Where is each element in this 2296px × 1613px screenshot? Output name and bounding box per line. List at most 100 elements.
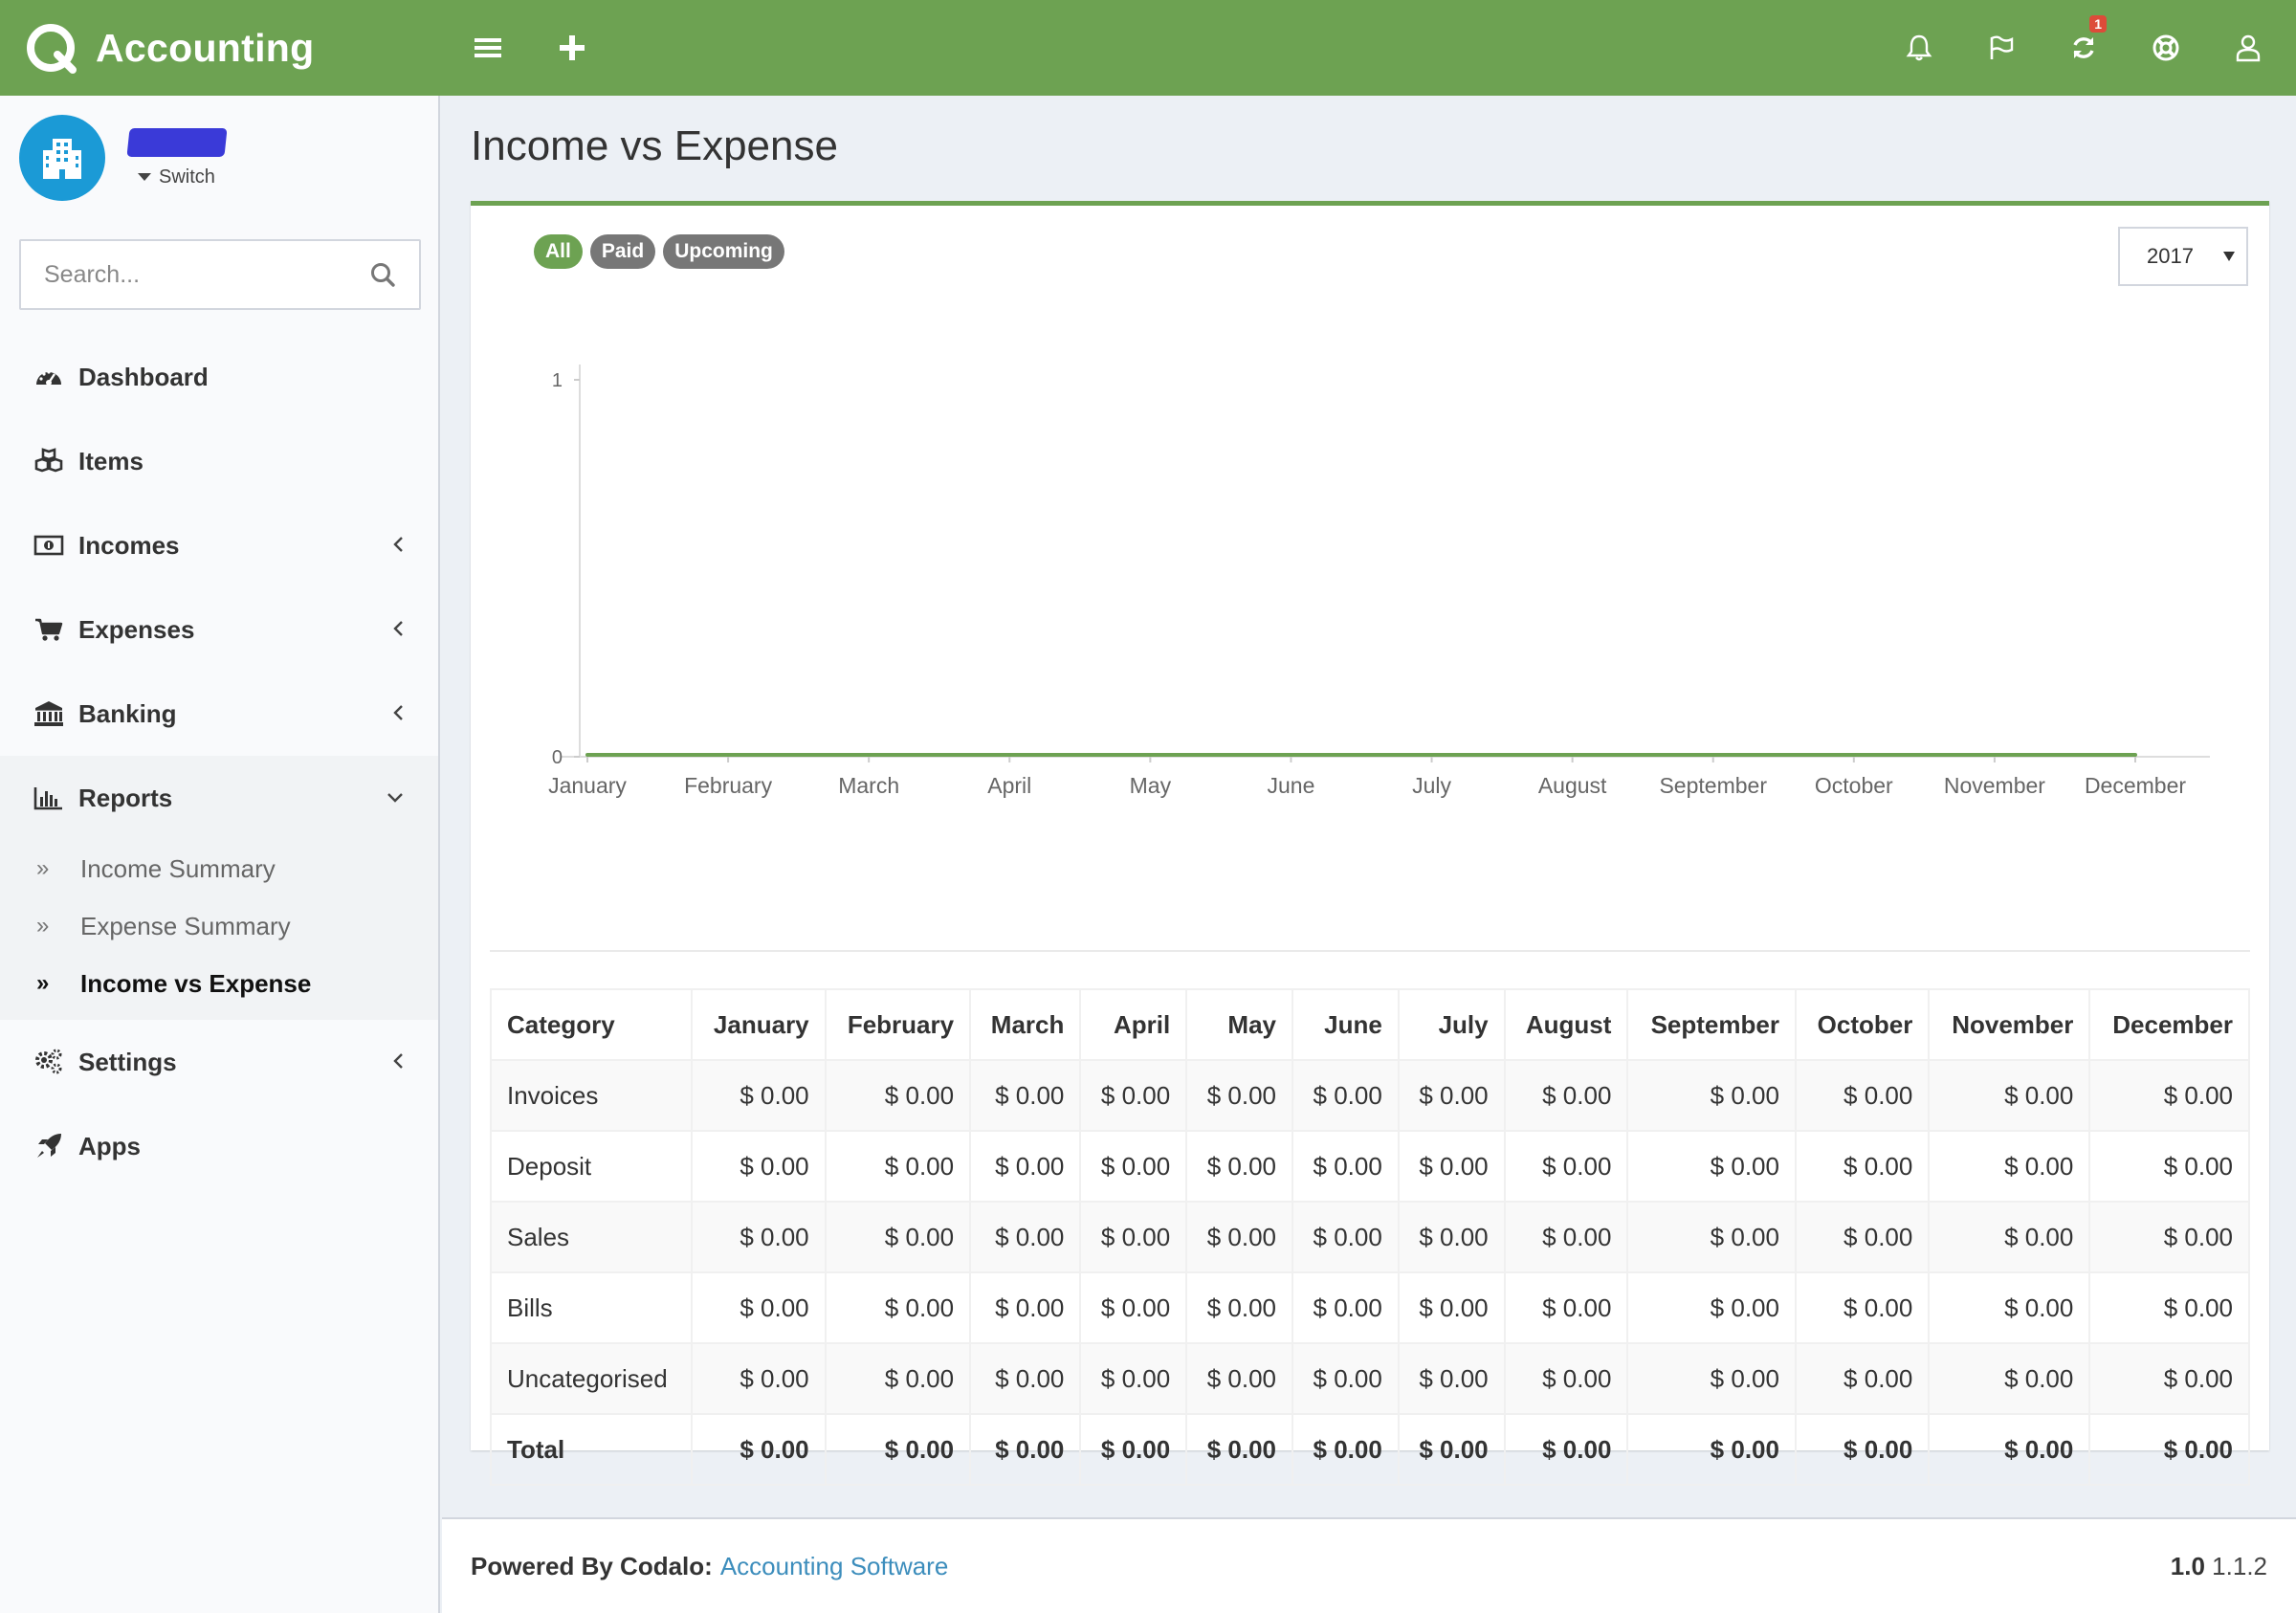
amount-cell: $ 0.00 bbox=[1626, 1271, 1797, 1344]
amount-cell: $ 0.00 bbox=[1503, 1130, 1629, 1203]
amount-cell: $ 0.00 bbox=[691, 1201, 827, 1273]
company-avatar[interactable] bbox=[19, 115, 105, 201]
table-row: Invoices $ 0.00 $ 0.00 $ 0.00 $ 0.00 $ 0.00 $ … bbox=[489, 1059, 2250, 1132]
table-total-row: Total $ 0.00 $ 0.00 $ 0.00 $ 0.00 $ 0.00 $ 0.0… bbox=[489, 1413, 2250, 1486]
amount-cell: $ 0.00 bbox=[1079, 1271, 1188, 1344]
filter-upcoming-button[interactable]: Upcoming bbox=[663, 234, 784, 269]
amount-cell: $ 0.00 bbox=[1079, 1059, 1188, 1132]
total-amount-cell: $ 0.00 bbox=[691, 1413, 827, 1486]
column-header-month: January bbox=[691, 988, 827, 1061]
sidebar-item-dashboard[interactable]: Dashboard bbox=[0, 335, 438, 419]
sidebar-item-reports[interactable]: Reports bbox=[0, 756, 438, 840]
sidebar-item-income-vs-expense[interactable]: » Income vs Expense bbox=[0, 955, 438, 1012]
caret-down-icon bbox=[2223, 252, 2235, 261]
year-select-value: 2017 bbox=[2147, 244, 2194, 268]
filter-paid-button[interactable]: Paid bbox=[589, 234, 656, 269]
total-amount-cell: $ 0.00 bbox=[2088, 1413, 2250, 1486]
search-icon[interactable] bbox=[369, 261, 396, 288]
sidebar-item-label: Apps bbox=[78, 1131, 141, 1160]
amount-cell: $ 0.00 bbox=[824, 1342, 972, 1415]
reports-submenu: » Income Summary » Expense Summary » Inc… bbox=[0, 840, 438, 1020]
accounting-software-link[interactable]: Accounting Software bbox=[720, 1552, 948, 1581]
total-amount-cell: $ 0.00 bbox=[969, 1413, 1082, 1486]
total-label-cell: Total bbox=[489, 1413, 694, 1486]
column-header-month: June bbox=[1292, 988, 1400, 1061]
sidebar-item-items[interactable]: Items bbox=[0, 419, 438, 503]
column-header-month: April bbox=[1079, 988, 1188, 1061]
table-header-row: Category January February March April May June… bbox=[489, 988, 2250, 1061]
updates-button[interactable]: 1 bbox=[2055, 15, 2112, 77]
amount-cell: $ 0.00 bbox=[1185, 1271, 1293, 1344]
amount-cell: $ 0.00 bbox=[1185, 1059, 1293, 1132]
cart-icon bbox=[35, 618, 63, 641]
sidebar-item-banking[interactable]: Banking bbox=[0, 672, 438, 756]
amount-cell: $ 0.00 bbox=[969, 1059, 1082, 1132]
sidebar-item-incomes[interactable]: Incomes bbox=[0, 503, 438, 587]
sidebar-item-label: Reports bbox=[78, 783, 173, 812]
column-header-month: August bbox=[1503, 988, 1629, 1061]
user-panel: Switch bbox=[0, 96, 438, 220]
amount-cell: $ 0.00 bbox=[1626, 1201, 1797, 1273]
filter-all-button[interactable]: All bbox=[534, 234, 583, 269]
amount-cell: $ 0.00 bbox=[1185, 1201, 1293, 1273]
flag-icon bbox=[1990, 35, 2014, 59]
bank-icon bbox=[34, 701, 63, 726]
column-header-month: May bbox=[1185, 988, 1293, 1061]
footer: Powered By Codalo: Accounting Software 1… bbox=[442, 1517, 2296, 1613]
amount-cell: $ 0.00 bbox=[691, 1130, 827, 1203]
amount-cell: $ 0.00 bbox=[1626, 1342, 1797, 1415]
x-tick-label: December bbox=[2085, 773, 2186, 798]
data-point bbox=[726, 753, 731, 757]
data-point bbox=[1007, 753, 1012, 757]
switch-company-button[interactable]: Switch bbox=[128, 166, 226, 188]
logo-icon bbox=[27, 24, 77, 74]
amount-cell: $ 0.00 bbox=[1626, 1130, 1797, 1203]
chevron-left-icon bbox=[393, 705, 403, 720]
amount-cell: $ 0.00 bbox=[1079, 1130, 1188, 1203]
y-tick-label: 1 bbox=[552, 370, 563, 391]
dashboard-icon bbox=[36, 370, 61, 386]
total-amount-cell: $ 0.00 bbox=[1794, 1413, 1931, 1486]
brand[interactable]: Accounting bbox=[0, 0, 440, 96]
sidebar-item-label: Dashboard bbox=[78, 362, 209, 391]
sidebar-item-expense-summary[interactable]: » Expense Summary bbox=[0, 897, 438, 955]
x-tick-label: March bbox=[838, 773, 899, 798]
total-amount-cell: $ 0.00 bbox=[1503, 1413, 1629, 1486]
total-amount-cell: $ 0.00 bbox=[1397, 1413, 1506, 1486]
amount-cell: $ 0.00 bbox=[969, 1201, 1082, 1273]
year-select[interactable]: 2017 bbox=[2118, 227, 2248, 286]
powered-by-text: Powered By Codalo: bbox=[471, 1551, 713, 1580]
company-name-redacted bbox=[126, 127, 228, 157]
user-menu-button[interactable] bbox=[2219, 19, 2277, 77]
sidebar-item-label: Incomes bbox=[78, 530, 180, 560]
updates-badge: 1 bbox=[2089, 15, 2107, 33]
total-amount-cell: $ 0.00 bbox=[1626, 1413, 1797, 1486]
income-expense-chart: 0 1 January February March April May June July Au… bbox=[548, 365, 2210, 798]
add-new-button[interactable] bbox=[543, 19, 601, 77]
category-cell: Invoices bbox=[489, 1059, 694, 1132]
status-filter: All Paid Upcoming bbox=[534, 234, 784, 269]
x-tick-label: June bbox=[1268, 773, 1315, 798]
x-tick-label: September bbox=[1659, 773, 1767, 798]
cubes-icon bbox=[34, 448, 63, 473]
hamburger-icon bbox=[475, 38, 501, 57]
help-button[interactable] bbox=[2137, 19, 2195, 77]
sidebar-item-settings[interactable]: Settings bbox=[0, 1020, 438, 1104]
sidebar-toggle-button[interactable] bbox=[459, 19, 517, 77]
notifications-button[interactable] bbox=[1890, 19, 1948, 77]
amount-cell: $ 0.00 bbox=[1794, 1059, 1931, 1132]
user-icon bbox=[2236, 34, 2261, 62]
sidebar-item-expenses[interactable]: Expenses bbox=[0, 587, 438, 672]
column-header-month: September bbox=[1626, 988, 1797, 1061]
data-point bbox=[2133, 753, 2137, 757]
amount-cell: $ 0.00 bbox=[969, 1342, 1082, 1415]
sidebar-item-income-summary[interactable]: » Income Summary bbox=[0, 840, 438, 897]
amount-cell: $ 0.00 bbox=[969, 1130, 1082, 1203]
amount-cell: $ 0.00 bbox=[1292, 1342, 1400, 1415]
amount-cell: $ 0.00 bbox=[1928, 1130, 2091, 1203]
app-name: Accounting bbox=[96, 25, 315, 70]
top-navbar: Accounting 1 bbox=[0, 0, 2296, 96]
flags-button[interactable] bbox=[1973, 19, 2030, 77]
search-input[interactable] bbox=[44, 260, 369, 289]
sidebar-item-apps[interactable]: Apps bbox=[0, 1104, 438, 1188]
